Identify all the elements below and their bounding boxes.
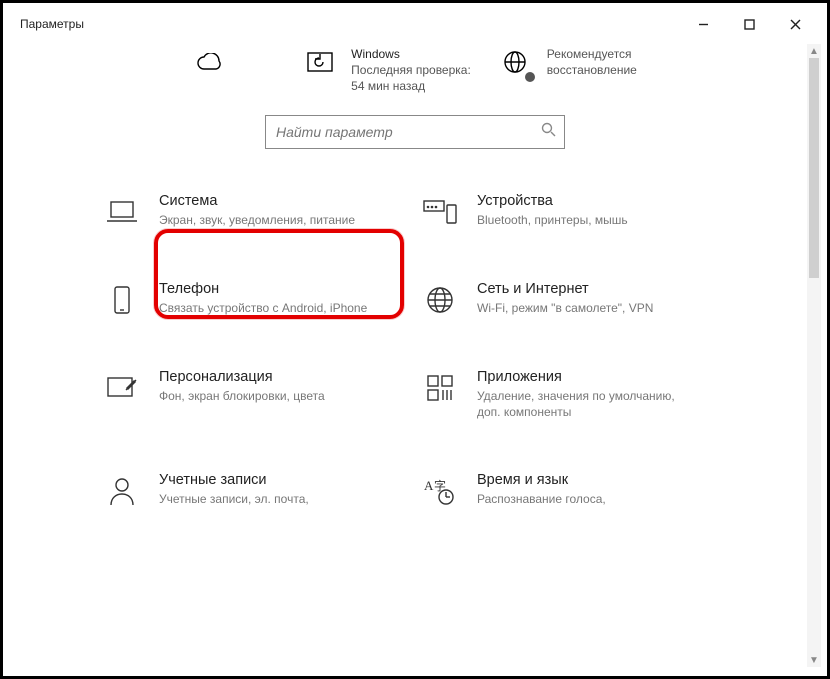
search-icon: [541, 122, 556, 142]
close-icon: [790, 19, 801, 30]
globe-icon: [423, 283, 457, 317]
onedrive-status[interactable]: [179, 46, 289, 95]
web-line2: восстановление: [547, 62, 637, 78]
tile-title: Устройства: [477, 193, 628, 209]
laptop-icon: [105, 195, 139, 229]
time-language-icon: A字: [423, 474, 457, 508]
tile-desc: Wi-Fi, режим "в самолете", VPN: [477, 300, 653, 316]
tile-desc: Распознавание голоса,: [477, 491, 606, 507]
window-title: Параметры: [20, 17, 84, 31]
tile-title: Учетные записи: [159, 472, 309, 488]
tile-title: Время и язык: [477, 472, 606, 488]
tile-title: Система: [159, 193, 355, 209]
tile-desc: Удаление, значения по умолчанию, доп. ко…: [477, 388, 697, 420]
close-button[interactable]: [772, 8, 818, 40]
refresh-icon: [303, 46, 337, 80]
tile-title: Сеть и Интернет: [477, 281, 653, 297]
search-input[interactable]: [276, 124, 541, 140]
tile-desc: Bluetooth, принтеры, мышь: [477, 212, 628, 228]
update-title: Windows: [351, 46, 471, 62]
tile-network[interactable]: Сеть и Интернет Wi-Fi, режим "в самолете…: [423, 281, 725, 317]
devices-icon: [423, 195, 457, 229]
screenshot-border: Параметры ▲ ▼: [0, 0, 830, 679]
tile-title: Персонализация: [159, 369, 325, 385]
tile-personalization[interactable]: Персонализация Фон, экран блокировки, цв…: [105, 369, 407, 420]
settings-grid: Система Экран, звук, уведомления, питани…: [105, 193, 725, 508]
info-strip: Windows Последняя проверка: 54 мин назад…: [8, 40, 822, 115]
tile-desc: Учетные записи, эл. почта,: [159, 491, 309, 507]
windows-update-status[interactable]: Windows Последняя проверка: 54 мин назад: [289, 46, 485, 95]
tile-phone[interactable]: Телефон Связать устройство с Android, iP…: [105, 281, 407, 317]
content-area: Windows Последняя проверка: 54 мин назад…: [8, 40, 822, 671]
tile-title: Приложения: [477, 369, 697, 385]
phone-icon: [105, 283, 139, 317]
tile-desc: Связать устройство с Android, iPhone: [159, 300, 367, 316]
apps-icon: [423, 371, 457, 405]
web-line1: Рекомендуется: [547, 46, 637, 62]
web-status[interactable]: Рекомендуется восстановление: [485, 46, 651, 95]
tile-desc: Фон, экран блокировки, цвета: [159, 388, 325, 404]
tile-time-language[interactable]: A字 Время и язык Распознавание голоса,: [423, 472, 725, 508]
cloud-icon: [193, 46, 227, 80]
svg-text:A: A: [424, 478, 434, 493]
maximize-icon: [744, 19, 755, 30]
search-box[interactable]: [265, 115, 565, 149]
window: Параметры ▲ ▼: [8, 8, 822, 671]
minimize-button[interactable]: [680, 8, 726, 40]
tile-apps[interactable]: Приложения Удаление, значения по умолчан…: [423, 369, 725, 420]
tile-title: Телефон: [159, 281, 367, 297]
globe-warning-icon: [499, 46, 533, 80]
person-icon: [105, 474, 139, 508]
tile-desc: Экран, звук, уведомления, питание: [159, 212, 355, 228]
tile-system[interactable]: Система Экран, звук, уведомления, питани…: [105, 193, 407, 229]
minimize-icon: [698, 19, 709, 30]
update-line1: Последняя проверка:: [351, 62, 471, 78]
titlebar: Параметры: [8, 8, 822, 40]
personalize-icon: [105, 371, 139, 405]
tile-devices[interactable]: Устройства Bluetooth, принтеры, мышь: [423, 193, 725, 229]
update-line2: 54 мин назад: [351, 78, 471, 94]
tile-accounts[interactable]: Учетные записи Учетные записи, эл. почта…: [105, 472, 407, 508]
maximize-button[interactable]: [726, 8, 772, 40]
